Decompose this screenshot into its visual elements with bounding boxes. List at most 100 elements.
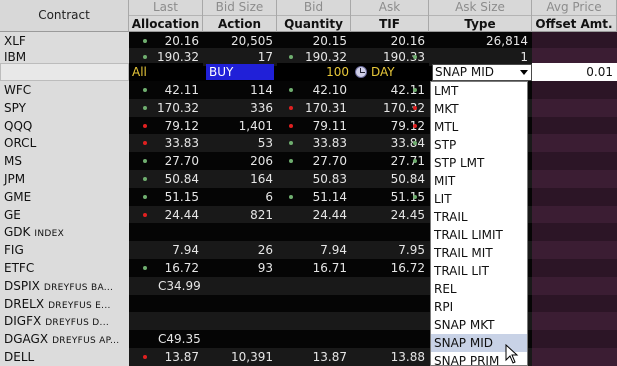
last-price-cell (129, 223, 203, 242)
column-header-type[interactable]: Ask Size Type (429, 0, 532, 32)
column-header-quantity[interactable]: Bid Quantity (277, 0, 351, 32)
offset-amount-field[interactable]: 0.01 (532, 63, 617, 81)
avg-price-cell (532, 330, 617, 349)
order-type-dropdown-list[interactable]: LMT MKT MTL STP STP LMT MIT LIT TRAIL TRAIL LIMI… (430, 81, 528, 366)
quantity-field[interactable]: 100 (277, 63, 351, 81)
order-type-option[interactable]: STP (431, 136, 527, 154)
contract-cell[interactable]: WFC (0, 81, 129, 99)
contract-cell[interactable]: DGAGX DREYFUS AP... (0, 330, 129, 349)
contract-symbol: DGAGX (4, 332, 49, 347)
contract-cell[interactable]: DRELX DREYFUS E... (0, 294, 129, 313)
column-header-bottom-label: Action (203, 15, 276, 32)
order-type-option[interactable]: LMT (431, 82, 527, 100)
order-type-option[interactable]: REL (431, 280, 527, 298)
contract-cell[interactable]: GDK INDEX (0, 223, 129, 242)
contract-cell[interactable]: SPY (0, 98, 129, 117)
bid-price-cell: 16.71 (277, 259, 351, 277)
ask-price-cell: 50.84 (351, 170, 429, 188)
last-price-cell: 33.83 (129, 134, 203, 153)
contract-symbol: DSPIX (4, 278, 40, 293)
contract-description: DREYFUS D... (45, 318, 110, 329)
order-type-option[interactable]: TRAIL MIT (431, 244, 527, 262)
bid-size-cell (203, 223, 277, 242)
contract-symbol: GDK (4, 225, 31, 240)
contract-symbol: ORCL (4, 136, 37, 151)
last-price-cell (129, 312, 203, 331)
order-type-option[interactable]: TRAIL LIT (431, 262, 527, 280)
contract-symbol: JPM (4, 172, 26, 186)
column-header-contract[interactable]: Contract (0, 0, 129, 32)
avg-price-cell (532, 170, 617, 188)
uptick-indicator-icon (143, 105, 147, 110)
contract-symbol: GE (4, 207, 21, 222)
avg-price-cell (532, 241, 617, 260)
order-type-option[interactable]: SNAP MKT (431, 316, 527, 334)
order-contract-cell[interactable] (0, 63, 129, 81)
uptick-indicator-icon (143, 177, 147, 181)
action-field[interactable]: BUY (206, 64, 274, 80)
order-type-option[interactable]: LIT (431, 190, 527, 208)
contract-cell[interactable]: FIG (0, 241, 129, 260)
bid-size-cell (203, 276, 277, 295)
chevron-down-icon[interactable] (520, 70, 528, 75)
last-price-cell: 42.11 (129, 81, 203, 99)
order-type-option[interactable]: MTL (431, 118, 527, 136)
column-header-offset-amt[interactable]: Avg Price Offset Amt. (532, 0, 617, 32)
downtick-indicator-icon (413, 105, 417, 110)
bid-size-cell: 164 (203, 170, 277, 188)
uptick-indicator-icon (289, 194, 293, 199)
contract-cell[interactable]: QQQ (0, 116, 129, 135)
clock-icon[interactable] (355, 66, 367, 78)
contract-cell[interactable]: DSPIX DREYFUS BA... (0, 276, 129, 295)
bid-size-cell: 336 (203, 98, 277, 117)
contract-symbol: DELL (4, 350, 35, 364)
contract-cell[interactable]: ETFC (0, 259, 129, 277)
uptick-indicator-icon (143, 88, 147, 92)
column-header-tif[interactable]: Ask TIF (351, 0, 429, 32)
uptick-indicator-icon (413, 88, 417, 92)
last-price-cell: 7.94 (129, 241, 203, 260)
order-type-select[interactable]: SNAP MID (432, 64, 532, 81)
avg-price-cell (532, 187, 617, 206)
bid-size-cell (203, 330, 277, 349)
column-header-bottom-label: Offset Amt. (532, 15, 616, 32)
column-header-allocation[interactable]: Last Allocation (129, 0, 203, 32)
order-type-option[interactable]: RPI (431, 298, 527, 316)
avg-price-cell (532, 312, 617, 331)
bid-price-cell (277, 223, 351, 242)
downtick-indicator-icon (143, 355, 147, 359)
order-type-option[interactable]: MIT (431, 172, 527, 190)
order-type-option[interactable]: MKT (431, 100, 527, 118)
avg-price-cell (532, 98, 617, 117)
column-header-bottom-label: Type (429, 15, 531, 32)
last-price-cell: 27.70 (129, 152, 203, 171)
order-type-option[interactable]: TRAIL LIMIT (431, 226, 527, 244)
last-price-cell: C34.99 (129, 276, 203, 295)
contract-cell[interactable]: MS (0, 152, 129, 171)
contract-cell[interactable]: DELL (0, 348, 129, 366)
order-type-option[interactable]: STP LMT (431, 154, 527, 172)
last-price-cell: 51.15 (129, 187, 203, 206)
uptick-indicator-icon (143, 39, 147, 43)
contract-symbol: QQQ (4, 118, 33, 133)
contract-description: INDEX (34, 229, 65, 240)
contract-cell[interactable]: GE (0, 205, 129, 224)
last-price-cell: C49.35 (129, 330, 203, 349)
contract-cell[interactable]: ORCL (0, 134, 129, 153)
contract-cell[interactable]: DIGFX DREYFUS D... (0, 312, 129, 331)
last-price-cell: 24.44 (129, 205, 203, 224)
column-header-bottom-label: Allocation (129, 15, 202, 32)
contract-cell[interactable]: JPM (0, 170, 129, 188)
bid-size-cell: 206 (203, 152, 277, 171)
ask-price-cell: 24.45 (351, 205, 429, 224)
bid-price-cell: 13.87 (277, 348, 351, 366)
ask-price-cell: 7.95 (351, 241, 429, 260)
avg-price-cell (532, 276, 617, 295)
order-type-option[interactable]: TRAIL (431, 208, 527, 226)
allocation-field[interactable]: All (129, 63, 203, 81)
contract-cell[interactable]: GME (0, 187, 129, 206)
column-header-action[interactable]: Bid Size Action (203, 0, 277, 32)
column-header-top-label: Bid (303, 0, 324, 14)
bid-size-cell: 93 (203, 259, 277, 277)
ask-price-cell: 79.12 (351, 116, 429, 135)
